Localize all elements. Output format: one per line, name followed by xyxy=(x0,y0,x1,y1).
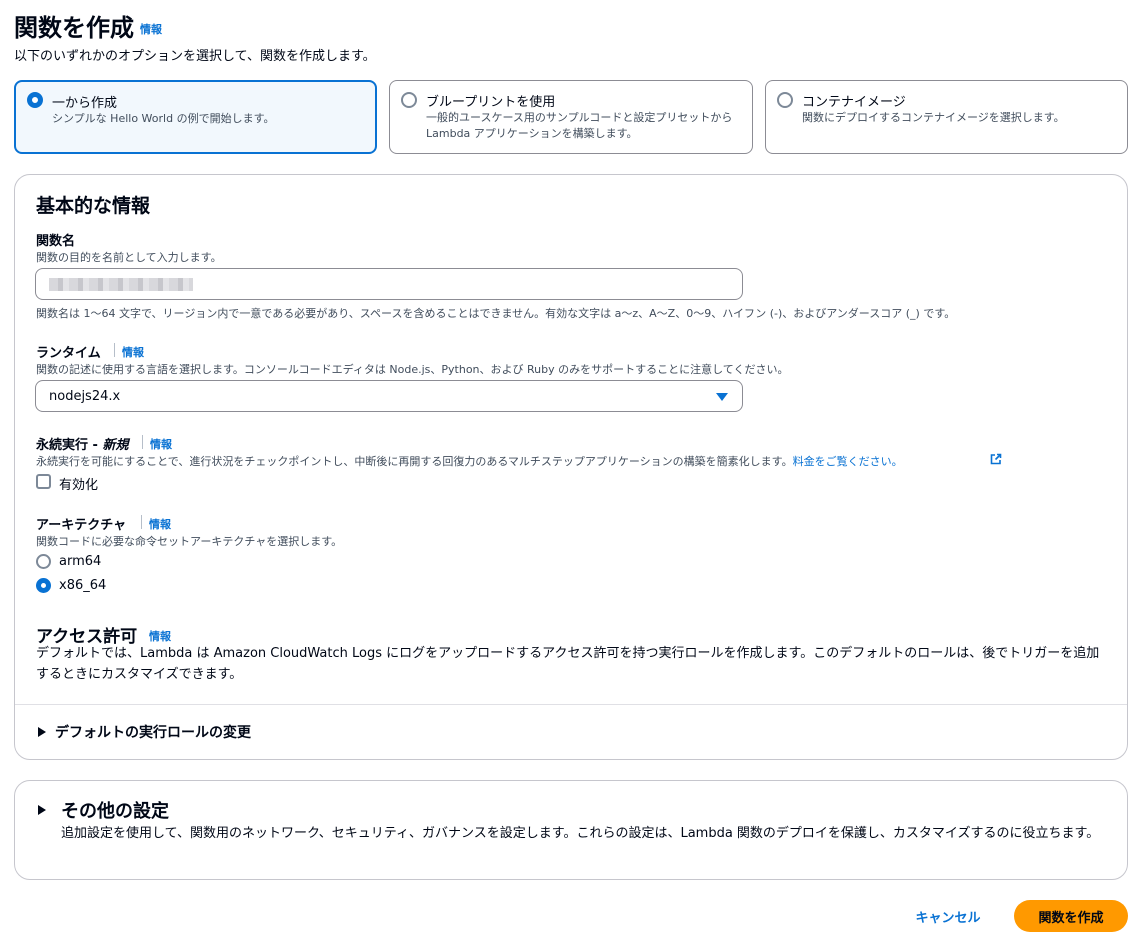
option-card-container-image[interactable]: コンテナイメージ 関数にデプロイするコンテナイメージを選択します。 xyxy=(765,80,1128,154)
durable-info-link[interactable]: 情報 xyxy=(150,436,172,452)
arch-x86-64-label: x86_64 xyxy=(59,578,107,593)
radio-unselected-icon[interactable] xyxy=(777,92,793,108)
page-title: 関数を作成 xyxy=(14,14,134,42)
redacted-value xyxy=(49,278,193,291)
runtime-selected-value: nodejs24.x xyxy=(49,389,121,404)
option-card-blueprint[interactable]: ブループリントを使用 一般的ユースケース用のサンプルコードと設定プリセットから … xyxy=(389,80,753,154)
arch-x86-64-radio[interactable] xyxy=(36,578,51,593)
arch-arm64-radio[interactable] xyxy=(36,554,51,569)
durable-description: 永続実行を可能にすることで、進行状況をチェックポイントし、中断後に再開する回復力… xyxy=(36,453,903,469)
durable-enable-checkbox[interactable] xyxy=(36,474,51,489)
runtime-select[interactable]: nodejs24.x xyxy=(35,380,743,412)
arch-arm64-label: arm64 xyxy=(59,554,102,569)
additional-settings-description: 追加設定を使用して、関数用のネットワーク、セキュリティ、ガバナンスを設定します。… xyxy=(61,826,1100,841)
radio-selected-icon[interactable] xyxy=(27,92,43,108)
title-info-link[interactable]: 情報 xyxy=(140,21,162,37)
function-name-description: 関数の目的を名前として入力します。 xyxy=(36,251,222,264)
durable-new-label: 新規 xyxy=(102,438,129,453)
option-label: ブループリントを使用 xyxy=(426,95,556,110)
caret-right-icon xyxy=(38,805,46,815)
function-name-label: 関数名 xyxy=(36,234,76,249)
external-link-icon[interactable] xyxy=(990,453,1002,465)
function-name-constraint: 関数名は 1〜64 文字で、リージョン内で一意である必要があり、スペースを含める… xyxy=(36,307,956,320)
pricing-link[interactable]: 料金をご覧ください。 xyxy=(793,455,903,468)
cancel-button[interactable]: キャンセル xyxy=(906,900,990,932)
additional-settings-expander[interactable]: その他の設定 xyxy=(35,797,295,823)
caret-right-icon xyxy=(38,727,46,737)
option-description: シンプルな Hello World の例で開始します。 xyxy=(52,112,275,125)
info-separator xyxy=(141,515,142,529)
radio-unselected-icon[interactable] xyxy=(401,92,417,108)
access-description: デフォルトでは、Lambda は Amazon CloudWatch Logs … xyxy=(36,646,1100,682)
durable-label: 永続実行 - 新規 xyxy=(36,434,128,453)
option-label: 一から作成 xyxy=(52,96,118,111)
architecture-info-link[interactable]: 情報 xyxy=(149,516,171,532)
runtime-label: ランタイム xyxy=(36,346,101,361)
access-info-link[interactable]: 情報 xyxy=(149,628,171,644)
create-function-button[interactable]: 関数を作成 xyxy=(1014,900,1128,932)
runtime-description: 関数の記述に使用する言語を選択します。コンソールコードエディタは Node.js… xyxy=(36,363,789,376)
durable-label-text: 永続実行 - xyxy=(36,438,103,453)
info-separator xyxy=(142,435,143,449)
architecture-label: アーキテクチャ xyxy=(36,518,127,533)
durable-enable-label: 有効化 xyxy=(59,478,99,493)
additional-settings-title: その他の設定 xyxy=(61,801,169,822)
section-divider xyxy=(15,704,1127,705)
additional-settings-container: その他の設定 追加設定を使用して、関数用のネットワーク、セキュリティ、ガバナンス… xyxy=(14,780,1128,880)
option-description: 関数にデプロイするコンテナイメージを選択します。 xyxy=(802,111,1065,124)
change-role-expander[interactable]: デフォルトの実行ロールの変更 xyxy=(35,721,335,743)
architecture-description: 関数コードに必要な命令セットアーキテクチャを選択します。 xyxy=(36,535,343,548)
info-separator xyxy=(114,343,115,357)
option-label: コンテナイメージ xyxy=(802,95,906,110)
runtime-info-link[interactable]: 情報 xyxy=(122,344,144,360)
page-description: 以下のいずれかのオプションを選択して、関数を作成します。 xyxy=(14,49,376,64)
basic-info-container: 基本的な情報 関数名 関数の目的を名前として入力します。 関数名は 1〜64 文… xyxy=(14,174,1128,760)
option-description: 一般的ユースケース用のサンプルコードと設定プリセットから Lambda アプリケ… xyxy=(426,111,733,140)
function-name-input[interactable] xyxy=(35,268,743,300)
durable-description-text: 永続実行を可能にすることで、進行状況をチェックポイントし、中断後に再開する回復力… xyxy=(36,455,793,468)
caret-down-icon xyxy=(716,393,728,401)
change-role-label: デフォルトの実行ロールの変更 xyxy=(55,725,251,741)
option-card-author-from-scratch[interactable]: 一から作成 シンプルな Hello World の例で開始します。 xyxy=(14,80,377,154)
basic-info-title: 基本的な情報 xyxy=(36,195,151,217)
